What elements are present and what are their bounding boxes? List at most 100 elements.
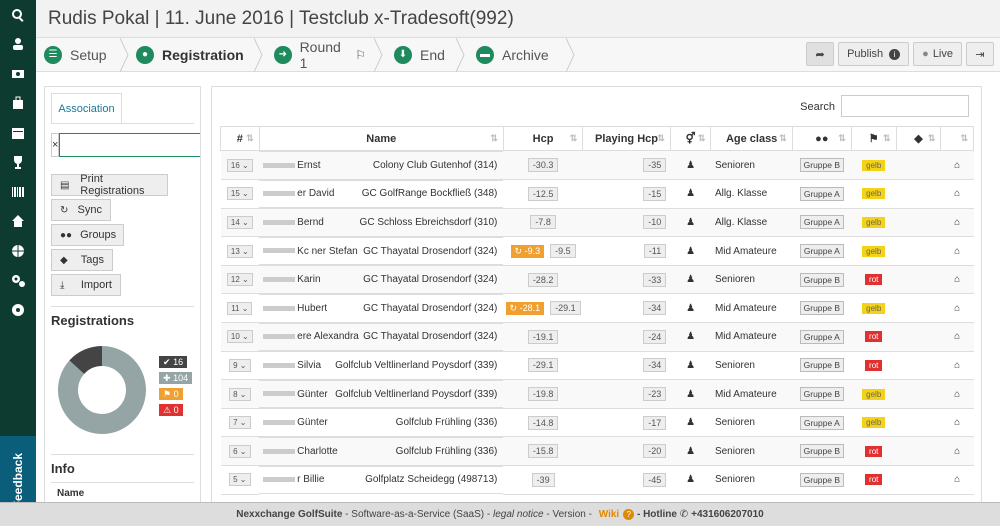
playing-hcp-value[interactable]: -34 bbox=[643, 358, 667, 373]
flag-badge[interactable]: rot bbox=[865, 445, 883, 457]
table-row[interactable]: 5 ⌄ r Billie Golfplatz Scheidegg (498713… bbox=[220, 465, 974, 495]
network-icon[interactable] bbox=[0, 295, 36, 325]
logout-button[interactable]: ⇥ bbox=[966, 42, 994, 66]
home-icon[interactable]: ⌂ bbox=[954, 474, 960, 485]
search-icon[interactable] bbox=[0, 0, 36, 30]
home-icon[interactable]: ⌂ bbox=[954, 217, 960, 228]
hcp-value[interactable]: -9.5 bbox=[550, 244, 576, 259]
playing-hcp-value[interactable]: -15 bbox=[643, 186, 667, 201]
legal-notice-link[interactable]: legal notice bbox=[493, 509, 544, 520]
barcode-icon[interactable] bbox=[0, 177, 36, 207]
clear-button[interactable]: × bbox=[51, 133, 60, 157]
group-badge[interactable]: Gruppe B bbox=[799, 387, 845, 402]
hcp-value[interactable]: -39 bbox=[531, 472, 555, 487]
hcp-value[interactable]: -28.2 bbox=[527, 272, 559, 287]
flag-badge[interactable]: gelb bbox=[862, 302, 886, 314]
hcp-value[interactable]: -19.8 bbox=[527, 387, 559, 402]
playing-hcp-value[interactable]: -17 bbox=[643, 415, 667, 430]
table-row[interactable]: 10 ⌄ ere Alexandra GC Thayatal Drosendor… bbox=[220, 322, 974, 352]
position-select[interactable]: 7 ⌄ bbox=[229, 416, 251, 430]
step-end[interactable]: ⬇ End bbox=[380, 37, 465, 72]
player-name[interactable]: Ernst bbox=[297, 160, 320, 171]
step-archive[interactable]: ▬ Archive bbox=[462, 37, 575, 72]
position-select[interactable]: 14 ⌄ bbox=[226, 215, 253, 229]
hcp-value[interactable]: -14.8 bbox=[527, 415, 559, 430]
step-round-1[interactable]: ➜ Round 1 ⚐ bbox=[260, 37, 383, 72]
group-badge[interactable]: Gruppe B bbox=[799, 358, 845, 373]
table-row[interactable]: 12 ⌄ Karin GC Thayatal Drosendorf (324) … bbox=[220, 264, 974, 295]
group-badge[interactable]: Gruppe A bbox=[799, 329, 844, 344]
table-row[interactable]: 8 ⌄ Günter Golfclub Veltlinerland Poysdo… bbox=[220, 379, 974, 409]
hcp-value[interactable]: -29.1 bbox=[550, 301, 581, 316]
playing-hcp-value[interactable]: -24 bbox=[643, 329, 667, 344]
print-registrations-button[interactable]: ▤ Print Registrations bbox=[51, 173, 168, 197]
player-name[interactable]: ere Alexandra bbox=[297, 331, 359, 342]
flag-badge[interactable]: gelb bbox=[862, 388, 886, 400]
import-button[interactable]: ⤓ Import bbox=[51, 274, 121, 296]
user-icon[interactable] bbox=[0, 30, 36, 60]
flag-badge[interactable]: rot bbox=[865, 359, 883, 371]
player-name[interactable]: Silvia bbox=[297, 360, 321, 371]
hcp-value[interactable]: -30.3 bbox=[527, 158, 559, 173]
playing-hcp-value[interactable]: -35 bbox=[643, 158, 667, 173]
bag-icon[interactable] bbox=[0, 89, 36, 119]
col-group[interactable]: ●● ⇅ bbox=[791, 126, 852, 151]
table-row[interactable]: 14 ⌄ Bernd GC Schloss Ebreichsdorf (310)… bbox=[220, 207, 974, 238]
table-row[interactable]: 6 ⌄ Charlotte Golfclub Frühling (336) -1… bbox=[220, 436, 974, 467]
col-name[interactable]: Name ⇅ bbox=[258, 126, 504, 151]
hcp-value[interactable]: -15.8 bbox=[527, 444, 559, 459]
playing-hcp-value[interactable]: -10 bbox=[643, 215, 667, 230]
flag-badge[interactable]: gelb bbox=[862, 245, 886, 257]
tab-association[interactable]: Association bbox=[51, 93, 122, 123]
table-row[interactable]: 11 ⌄ Hubert GC Thayatal Drosendorf (324)… bbox=[220, 293, 974, 324]
flag-badge[interactable]: rot bbox=[865, 274, 883, 286]
position-select[interactable]: 8 ⌄ bbox=[229, 387, 251, 401]
step-registration[interactable]: ● Registration bbox=[126, 37, 263, 72]
table-row[interactable]: 13 ⌄ Kc ner Stefan GC Thayatal Drosendor… bbox=[220, 236, 974, 266]
home-icon[interactable]: ⌂ bbox=[954, 303, 960, 314]
player-name[interactable]: Bernd bbox=[297, 217, 324, 228]
home-icon[interactable]: ⌂ bbox=[954, 389, 960, 400]
col-age-class[interactable]: Age class ⇅ bbox=[710, 126, 793, 151]
player-name[interactable]: Charlotte bbox=[297, 446, 338, 457]
playing-hcp-value[interactable]: -23 bbox=[643, 387, 667, 402]
player-name[interactable]: Hubert bbox=[297, 303, 327, 314]
col-flag[interactable]: ⚑ ⇅ bbox=[850, 126, 897, 151]
position-select[interactable]: 12 ⌄ bbox=[226, 273, 253, 287]
playing-hcp-value[interactable]: -11 bbox=[643, 244, 667, 259]
calendar-icon[interactable] bbox=[0, 118, 36, 148]
player-name[interactable]: Kc ner Stefan bbox=[297, 246, 358, 257]
flag-badge[interactable]: gelb bbox=[862, 159, 886, 171]
hcp-value[interactable]: -12.5 bbox=[527, 186, 559, 201]
step-setup[interactable]: ☰ Setup bbox=[36, 37, 129, 72]
position-select[interactable]: 9 ⌄ bbox=[229, 358, 251, 372]
position-select[interactable]: 10 ⌄ bbox=[226, 330, 253, 344]
home-icon[interactable] bbox=[0, 207, 36, 237]
home-icon[interactable]: ⌂ bbox=[954, 246, 960, 257]
group-badge[interactable]: Gruppe B bbox=[799, 272, 845, 287]
position-select[interactable]: 5 ⌄ bbox=[229, 473, 251, 487]
live-button[interactable]: ● Live bbox=[913, 42, 962, 66]
group-badge[interactable]: Gruppe A bbox=[799, 415, 844, 430]
association-input[interactable] bbox=[59, 133, 200, 157]
col-home[interactable]: ⇅ bbox=[940, 126, 974, 151]
table-row[interactable]: 7 ⌄ Günter Golfclub Frühling (336) -14.8… bbox=[220, 407, 974, 438]
group-badge[interactable]: Gruppe B bbox=[799, 472, 845, 487]
player-name[interactable]: er David bbox=[297, 188, 334, 199]
group-badge[interactable]: Gruppe A bbox=[799, 215, 844, 230]
wiki-link[interactable]: Wiki bbox=[599, 509, 619, 520]
home-icon[interactable]: ⌂ bbox=[954, 446, 960, 457]
hcp-value[interactable]: -7.8 bbox=[530, 215, 556, 230]
player-name[interactable]: Günter bbox=[297, 389, 328, 400]
flag-badge[interactable]: gelb bbox=[862, 216, 886, 228]
share-button[interactable]: ➦ bbox=[806, 42, 835, 66]
home-icon[interactable]: ⌂ bbox=[954, 360, 960, 371]
playing-hcp-value[interactable]: -33 bbox=[643, 272, 667, 287]
position-select[interactable]: 13 ⌄ bbox=[226, 244, 253, 258]
position-select[interactable]: 16 ⌄ bbox=[226, 158, 253, 172]
home-icon[interactable]: ⌂ bbox=[954, 160, 960, 171]
home-icon[interactable]: ⌂ bbox=[954, 274, 960, 285]
money-icon[interactable] bbox=[0, 59, 36, 89]
col-hcp[interactable]: Hcp ⇅ bbox=[502, 126, 584, 151]
col-number[interactable]: # ⇅ bbox=[220, 126, 260, 151]
